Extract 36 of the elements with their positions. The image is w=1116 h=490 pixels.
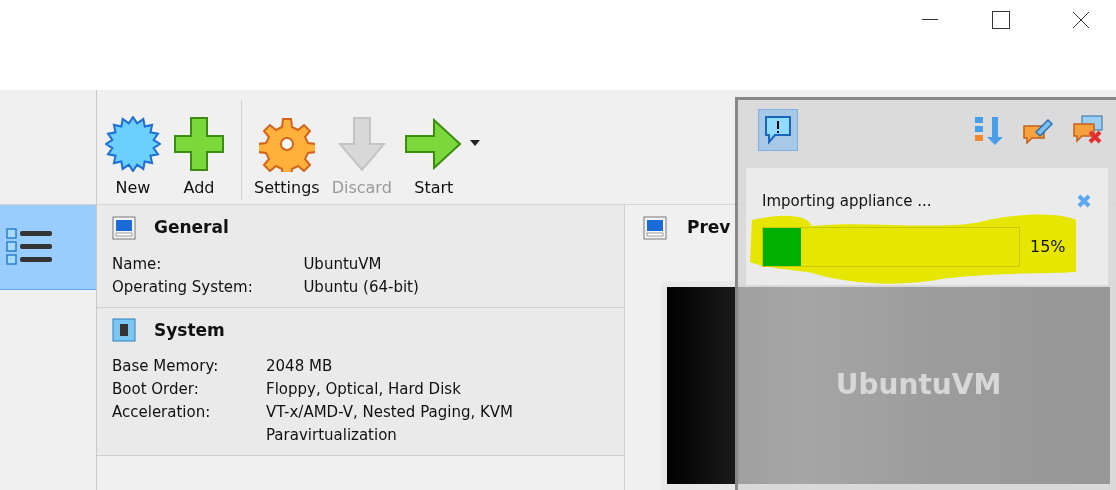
- property-label: Base Memory:: [112, 356, 220, 377]
- section-title: System: [154, 318, 225, 342]
- plus-icon: [173, 116, 225, 172]
- close-messages-icon: [1072, 114, 1104, 146]
- notification-text: Importing appliance ...: [762, 191, 932, 212]
- toolbar-button[interactable]: New: [101, 110, 165, 200]
- caret-icon[interactable]: [469, 140, 480, 146]
- monitor-icon: [112, 215, 136, 240]
- section-title: General: [154, 216, 229, 239]
- right-arrow-icon: [403, 116, 464, 172]
- toolbar-button[interactable]: Add: [169, 110, 229, 200]
- property-label: Operating System:: [112, 276, 254, 298]
- chip-icon: [112, 318, 136, 343]
- property-label: Name:: [112, 253, 163, 275]
- property-value: VT-x/AMD-V, Nested Paging, KVM Paravirtualization: [266, 402, 514, 446]
- minimize-icon[interactable]: [922, 19, 938, 21]
- message-alert-icon: [763, 114, 793, 146]
- gear-icon: [258, 116, 315, 172]
- monitor-icon: [643, 215, 667, 240]
- toolbar-button[interactable]: Start: [399, 110, 468, 200]
- starburst-icon: [105, 116, 161, 172]
- maximize-icon[interactable]: [992, 11, 1010, 29]
- property-value: 2048 MB: [266, 356, 334, 377]
- property-value: Ubuntu (64-bit): [303, 276, 420, 298]
- sort-list-icon: [973, 114, 1003, 146]
- property-value: Floppy, Optical, Hard Disk: [266, 379, 462, 400]
- property-value: UbuntuVM: [303, 253, 383, 275]
- preview-vm-name: UbuntuVM: [835, 367, 1002, 404]
- property-label: Boot Order:: [112, 379, 200, 400]
- tools-item[interactable]: [0, 205, 96, 290]
- close-icon[interactable]: [1072, 11, 1090, 29]
- notification-toolbar-button[interactable]: [758, 109, 798, 151]
- property-label: Acceleration:: [112, 402, 212, 423]
- section-title: Prev: [687, 216, 731, 239]
- progress-reading: 15%: [1030, 235, 1066, 258]
- toolbar-button[interactable]: Settings: [250, 110, 324, 200]
